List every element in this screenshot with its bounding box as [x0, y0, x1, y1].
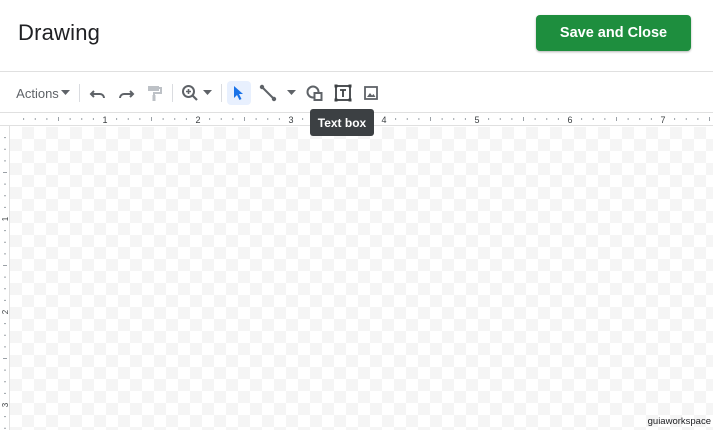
vertical-ruler: 1 2 3 [0, 126, 10, 430]
line-tool-menu[interactable] [256, 81, 298, 105]
header-bar: Drawing Save and Close [0, 0, 713, 72]
actions-menu[interactable]: Actions [14, 81, 72, 105]
undo-button[interactable] [86, 81, 110, 105]
ruler-number: 1 [1, 216, 10, 221]
ruler-number: 2 [195, 115, 200, 125]
redo-icon [119, 90, 135, 99]
redo-button[interactable] [114, 81, 138, 105]
ruler-number: 4 [381, 115, 386, 125]
save-and-close-button[interactable]: Save and Close [536, 15, 691, 51]
watermark: guiaworkspace [647, 416, 711, 427]
cursor-arrow-icon [234, 86, 243, 100]
toolbar-divider [221, 84, 222, 102]
actions-label: Actions [16, 85, 59, 101]
chevron-down-icon [60, 90, 70, 95]
paint-roller-icon [148, 86, 162, 101]
zoom-menu[interactable] [178, 81, 214, 105]
shape-tool-button[interactable] [303, 81, 327, 105]
tooltip: Text box [310, 109, 374, 136]
shapes-icon [306, 85, 323, 101]
paint-format-button[interactable] [142, 81, 166, 105]
chevron-down-icon [286, 90, 296, 95]
ruler-number: 5 [474, 115, 479, 125]
text-box-icon [334, 84, 352, 102]
vertical-ruler-ticks: 1 2 3 [1, 137, 10, 429]
toolbar: Actions [0, 73, 713, 112]
text-box-button[interactable] [331, 81, 355, 105]
ruler-number: 2 [1, 309, 10, 314]
select-tool-button[interactable] [227, 81, 251, 105]
chevron-down-icon [202, 90, 212, 95]
ruler-number: 1 [102, 115, 107, 125]
toolbar-divider [79, 84, 80, 102]
ruler-number: 3 [1, 402, 10, 407]
insert-image-button[interactable] [360, 81, 382, 105]
ruler-number: 6 [567, 115, 572, 125]
page-title: Drawing [18, 20, 101, 45]
zoom-in-icon [181, 85, 198, 101]
drawing-canvas[interactable] [10, 127, 713, 430]
ruler-number: 3 [288, 115, 293, 125]
ruler-number: 7 [660, 115, 665, 125]
image-icon [364, 86, 378, 100]
undo-icon [89, 90, 105, 99]
toolbar-divider [172, 84, 173, 102]
line-icon [259, 84, 276, 102]
